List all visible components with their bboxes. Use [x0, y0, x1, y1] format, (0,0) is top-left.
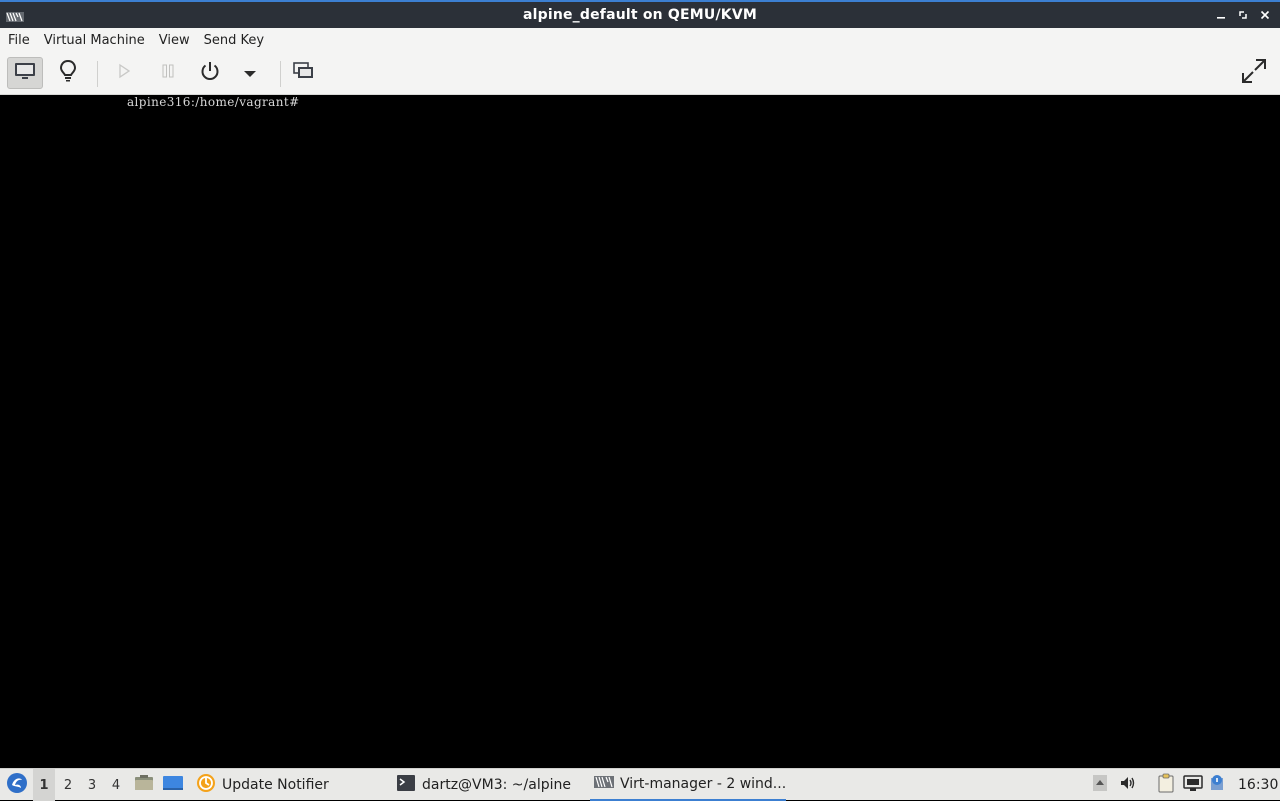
terminal-icon: [396, 774, 416, 796]
console-view-button[interactable]: [7, 57, 43, 89]
chevron-down-icon: [243, 64, 257, 83]
network-button[interactable]: [1182, 769, 1204, 801]
power-icon: [199, 60, 221, 86]
start-menu-button[interactable]: [4, 769, 30, 801]
virt-manager-icon: [594, 775, 614, 793]
menu-virtual-machine[interactable]: Virtual Machine: [38, 33, 151, 48]
task-label: dartz@VM3: ~/alpine: [422, 777, 571, 793]
lightbulb-icon: [58, 59, 78, 87]
chevron-up-icon: [1092, 774, 1108, 796]
fullscreen-button[interactable]: [1236, 57, 1272, 89]
volume-icon: [1119, 774, 1137, 796]
tray-expand-button[interactable]: [1090, 769, 1110, 801]
desktop-icon: [162, 774, 184, 796]
menu-bar: File Virtual Machine View Send Key: [0, 28, 1280, 53]
task-terminal[interactable]: dartz@VM3: ~/alpine: [392, 769, 575, 801]
monitor-icon: [14, 61, 36, 85]
task-update-notifier[interactable]: Update Notifier: [192, 769, 333, 801]
workspace-2[interactable]: 2: [57, 769, 79, 801]
folder-icon: [134, 774, 154, 796]
file-manager-launcher[interactable]: [133, 769, 155, 801]
updates-tray-button[interactable]: [1208, 769, 1226, 801]
clipboard-icon: [1156, 773, 1176, 797]
shutdown-menu-button[interactable]: [232, 57, 268, 89]
task-label: Update Notifier: [222, 777, 329, 793]
close-button[interactable]: [1256, 6, 1274, 24]
update-notifier-icon: [196, 773, 216, 797]
distro-logo-icon: [6, 772, 28, 798]
snapshots-icon: [292, 61, 316, 85]
virt-manager-icon: [6, 8, 24, 22]
console-prompt: alpine316:/home/vagrant#: [127, 95, 300, 109]
clipboard-button[interactable]: [1155, 769, 1177, 801]
taskbar: 1 2 3 4 Update Notifier dartz@VM3: ~/alp…: [0, 768, 1280, 801]
window-titlebar[interactable]: alpine_default on QEMU/KVM: [0, 0, 1280, 28]
menu-view[interactable]: View: [153, 33, 196, 48]
workspace-4[interactable]: 4: [105, 769, 127, 801]
play-icon: [116, 62, 132, 84]
workspace-3[interactable]: 3: [81, 769, 103, 801]
shutdown-button[interactable]: [192, 57, 228, 89]
clock[interactable]: 16:30: [1238, 769, 1278, 801]
details-view-button[interactable]: [50, 57, 86, 89]
toolbar: [0, 53, 1280, 95]
info-icon: [1209, 774, 1225, 796]
task-virt-manager[interactable]: Virt-manager - 2 wind...: [590, 769, 786, 801]
maximize-button[interactable]: [1234, 6, 1252, 24]
show-desktop-button[interactable]: [161, 769, 185, 801]
network-icon: [1183, 774, 1203, 796]
minimize-button[interactable]: [1212, 6, 1230, 24]
task-label: Virt-manager - 2 wind...: [620, 776, 787, 792]
workspace-1[interactable]: 1: [33, 769, 55, 801]
pause-icon: [160, 62, 176, 84]
volume-button[interactable]: [1118, 769, 1138, 801]
fullscreen-icon: [1240, 57, 1268, 89]
menu-file[interactable]: File: [2, 33, 36, 48]
vm-console[interactable]: alpine316:/home/vagrant#: [0, 95, 1280, 768]
run-button[interactable]: [106, 57, 142, 89]
window-title: alpine_default on QEMU/KVM: [522, 7, 758, 23]
menu-send-key[interactable]: Send Key: [198, 33, 270, 48]
snapshots-button[interactable]: [286, 57, 322, 89]
pause-button[interactable]: [150, 57, 186, 89]
